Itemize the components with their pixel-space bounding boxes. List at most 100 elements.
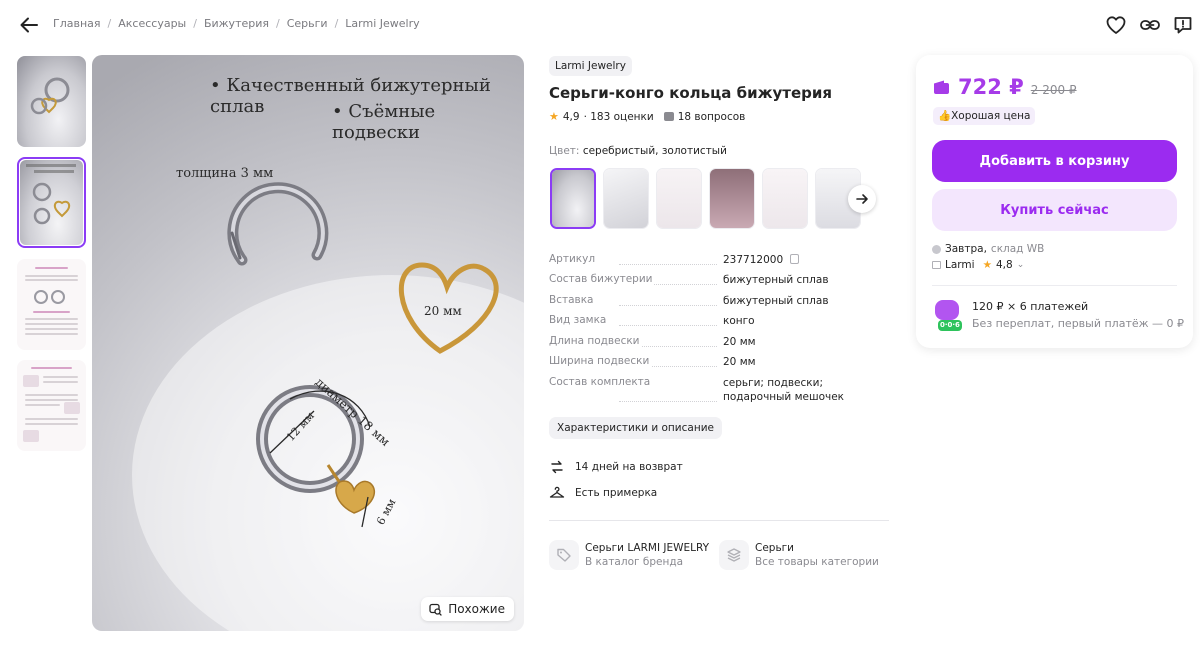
color-value: серебристый, золотистый bbox=[582, 145, 727, 157]
image-caption-2: • Съёмные подвески bbox=[332, 101, 436, 143]
color-option-4[interactable] bbox=[709, 168, 755, 229]
good-price-label: Хорошая цена bbox=[951, 110, 1031, 122]
old-price: 2 200 ₽ bbox=[1030, 83, 1077, 97]
spec-row-material: Состав бижутерии бижутерный сплав bbox=[549, 273, 889, 287]
spec-row-insert: Вставка бижутерный сплав bbox=[549, 294, 889, 308]
installment-offer[interactable]: 0·0·6 120 ₽ × 6 платежей Без переплат, п… bbox=[932, 298, 1184, 332]
similar-label: Похожие bbox=[448, 602, 505, 616]
report-icon[interactable] bbox=[1172, 14, 1194, 36]
product-title: Серьги-конго кольца бижутерия bbox=[549, 84, 833, 102]
shop-icon bbox=[932, 261, 941, 269]
color-option-1[interactable] bbox=[550, 168, 596, 229]
thickness-label: толщина 3 мм bbox=[176, 166, 274, 181]
price: 722 ₽ bbox=[958, 75, 1024, 99]
installment-icon: 0·0·6 bbox=[932, 298, 962, 332]
color-label: Цвет: серебристый, золотистый bbox=[549, 145, 727, 157]
breadcrumb-accessories[interactable]: Аксессуары bbox=[118, 17, 186, 30]
spec-key: Длина подвески bbox=[549, 335, 642, 347]
spec-key: Ширина подвески bbox=[549, 355, 652, 367]
spec-key: Артикул bbox=[549, 253, 598, 265]
good-price-badge: 👍Хорошая цена bbox=[933, 107, 1036, 125]
questions-icon bbox=[663, 112, 674, 121]
seller-rating: 4,8 bbox=[995, 259, 1013, 271]
spec-key: Вставка bbox=[549, 294, 596, 306]
brand-chip[interactable]: Larmi Jewelry bbox=[549, 56, 632, 76]
link-icon[interactable] bbox=[1139, 14, 1161, 36]
installment-subtitle: Без переплат, первый платёж — 0 ₽ bbox=[972, 317, 1185, 330]
feature-return-label: 14 дней на возврат bbox=[575, 461, 683, 473]
gallery-thumbnail-1[interactable] bbox=[17, 56, 86, 147]
installment-title: 120 ₽ × 6 платежей bbox=[972, 300, 1089, 313]
gallery-thumbnail-2[interactable] bbox=[17, 157, 86, 248]
feature-fitting: Есть примерка bbox=[549, 485, 657, 501]
category-title: Серьги bbox=[755, 542, 794, 554]
gallery-thumbnail-3[interactable] bbox=[17, 259, 86, 350]
chevron-down-icon[interactable]: ⌄ bbox=[1017, 260, 1025, 270]
return-icon bbox=[551, 460, 563, 474]
spec-value: 20 мм bbox=[723, 336, 756, 348]
breadcrumb: Главная / Аксессуары / Бижутерия / Серьги / … bbox=[53, 17, 420, 30]
color-key: Цвет: bbox=[549, 145, 580, 157]
buy-now-button[interactable]: Купить сейчас bbox=[932, 189, 1177, 231]
feature-return: 14 дней на возврат bbox=[549, 459, 683, 475]
spec-value: 20 мм bbox=[723, 356, 756, 368]
feature-fitting-label: Есть примерка bbox=[575, 487, 658, 499]
main-product-image[interactable]: • Качественный бижутерный сплав • Съёмны… bbox=[92, 55, 524, 631]
characteristics-button[interactable]: Характеристики и описание bbox=[549, 417, 722, 439]
arrow-right-icon bbox=[856, 194, 868, 204]
rating-row: ★ 4,9 · 183 оценки 18 вопросов bbox=[549, 110, 745, 123]
installment-badge: 0·0·6 bbox=[938, 320, 962, 331]
rating-value[interactable]: 4,9 bbox=[563, 111, 580, 123]
spec-row-clasp: Вид замка конго bbox=[549, 314, 889, 328]
add-to-cart-button[interactable]: Добавить в корзину bbox=[932, 140, 1177, 182]
spec-value: конго bbox=[723, 315, 755, 327]
copy-icon[interactable] bbox=[790, 254, 800, 264]
heart-icon[interactable] bbox=[1105, 14, 1127, 36]
spec-key: Состав комплекта bbox=[549, 376, 653, 388]
layers-icon bbox=[719, 540, 749, 570]
seller-star-icon: ★ bbox=[982, 259, 992, 271]
delivery-date: Завтра, bbox=[945, 243, 987, 255]
star-icon: ★ bbox=[549, 110, 559, 123]
breadcrumb-home[interactable]: Главная bbox=[53, 17, 101, 30]
spec-row-pendant-length: Длина подвески 20 мм bbox=[549, 335, 889, 349]
spec-key: Состав бижутерии bbox=[549, 273, 655, 285]
breadcrumb-earrings[interactable]: Серьги bbox=[287, 17, 328, 30]
spec-value: 237712000 bbox=[723, 254, 784, 266]
colors-next-button[interactable] bbox=[848, 185, 876, 213]
category-link[interactable]: Серьги Все товары категории bbox=[719, 540, 879, 570]
brand-catalog-title: Серьги LARMI JEWELRY bbox=[585, 542, 710, 554]
color-option-2[interactable] bbox=[603, 168, 649, 229]
breadcrumb-brand[interactable]: Larmi Jewelry bbox=[345, 17, 419, 30]
divider bbox=[549, 520, 889, 521]
reviews-count[interactable]: · 183 оценки bbox=[584, 111, 654, 123]
hanger-icon bbox=[549, 486, 565, 498]
back-arrow-icon[interactable] bbox=[18, 14, 40, 36]
gallery-thumbnail-4[interactable] bbox=[17, 360, 86, 451]
seller-line[interactable]: Larmi ★ 4,8 ⌄ bbox=[932, 259, 1024, 271]
delivery-line: Завтра, склад WB bbox=[932, 243, 1044, 255]
color-option-5[interactable] bbox=[762, 168, 808, 229]
seller-name[interactable]: Larmi bbox=[945, 259, 975, 271]
heart-size-label: 20 мм bbox=[424, 304, 462, 318]
spec-row-article: Артикул 237712000 bbox=[549, 253, 889, 267]
card-divider bbox=[932, 285, 1177, 286]
price-row: 722 ₽ 2 200 ₽ bbox=[933, 75, 1077, 99]
spec-key: Вид замка bbox=[549, 314, 609, 326]
thumbs-up-icon: 👍 bbox=[938, 110, 952, 122]
breadcrumb-jewelry[interactable]: Бижутерия bbox=[204, 17, 269, 30]
similar-search-icon bbox=[429, 603, 442, 616]
category-sub: Все товары категории bbox=[755, 556, 879, 568]
questions-count[interactable]: 18 вопросов bbox=[678, 111, 746, 123]
spec-row-set: Состав комплекта серьги; подвески; подар… bbox=[549, 376, 889, 404]
spec-value: бижутерный сплав bbox=[723, 274, 829, 286]
spec-row-pendant-width: Ширина подвески 20 мм bbox=[549, 355, 889, 369]
warehouse: склад WB bbox=[990, 243, 1045, 255]
wallet-icon bbox=[934, 80, 949, 94]
brand-catalog-sub: В каталог бренда bbox=[585, 556, 684, 568]
similar-button[interactable]: Похожие bbox=[421, 597, 514, 621]
color-option-3[interactable] bbox=[656, 168, 702, 229]
spec-value: бижутерный сплав bbox=[723, 295, 829, 307]
brand-catalog-link[interactable]: Серьги LARMI JEWELRY В каталог бренда bbox=[549, 540, 709, 570]
spec-value: серьги; подвески; подарочный мешочек bbox=[723, 377, 845, 403]
